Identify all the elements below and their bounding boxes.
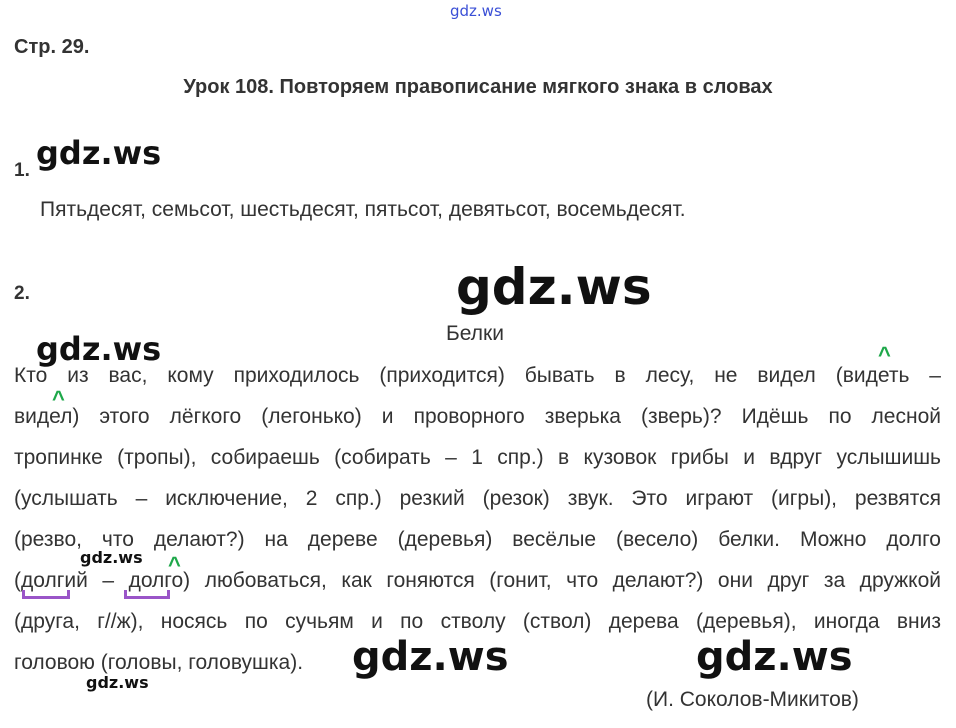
watermark-top: gdz.ws — [450, 2, 502, 20]
exercise-1-text: Пятьдесят, семьсот, шестьдесят, пятьсот,… — [40, 198, 686, 221]
watermark-6-large: gdz.ws — [352, 634, 509, 680]
text-line: Кто из вас, кому приходилось (приходится… — [14, 364, 941, 387]
watermark-5-small: gdz.ws — [86, 673, 149, 692]
watermark-2-large: gdz.ws — [456, 258, 652, 316]
text-line: (друга, г//ж), носясь по сучьям и по ств… — [14, 610, 941, 633]
watermark-4-small: gdz.ws — [80, 548, 143, 567]
exercise-1-number: 1. — [14, 160, 30, 181]
lesson-title: Урок 108. Повторяем правописание мягкого… — [183, 76, 773, 98]
exercise-2-number: 2. — [14, 283, 30, 304]
text-line: (услышать – исключение, 2 спр.) резкий (… — [14, 487, 941, 510]
text-line: (резво, что делают?) на дереве (деревья)… — [14, 528, 941, 551]
exercise-2-title: Белки — [446, 322, 504, 345]
text-line: видел) этого лёгкого (легонько) и провор… — [14, 405, 941, 428]
author-attribution: (И. Соколов-Микитов) — [646, 688, 859, 711]
text-line-last: головою (головы, головушка). — [14, 651, 304, 674]
text-line: тропинке (тропы), собираешь (собирать – … — [14, 446, 941, 469]
root-bracket — [22, 590, 70, 599]
watermark-3: gdz.ws — [36, 330, 162, 368]
watermark-7-large: gdz.ws — [696, 634, 853, 680]
page-reference: Стр. 29. — [14, 36, 90, 58]
root-bracket — [124, 590, 170, 599]
watermark-1: gdz.ws — [36, 134, 162, 172]
